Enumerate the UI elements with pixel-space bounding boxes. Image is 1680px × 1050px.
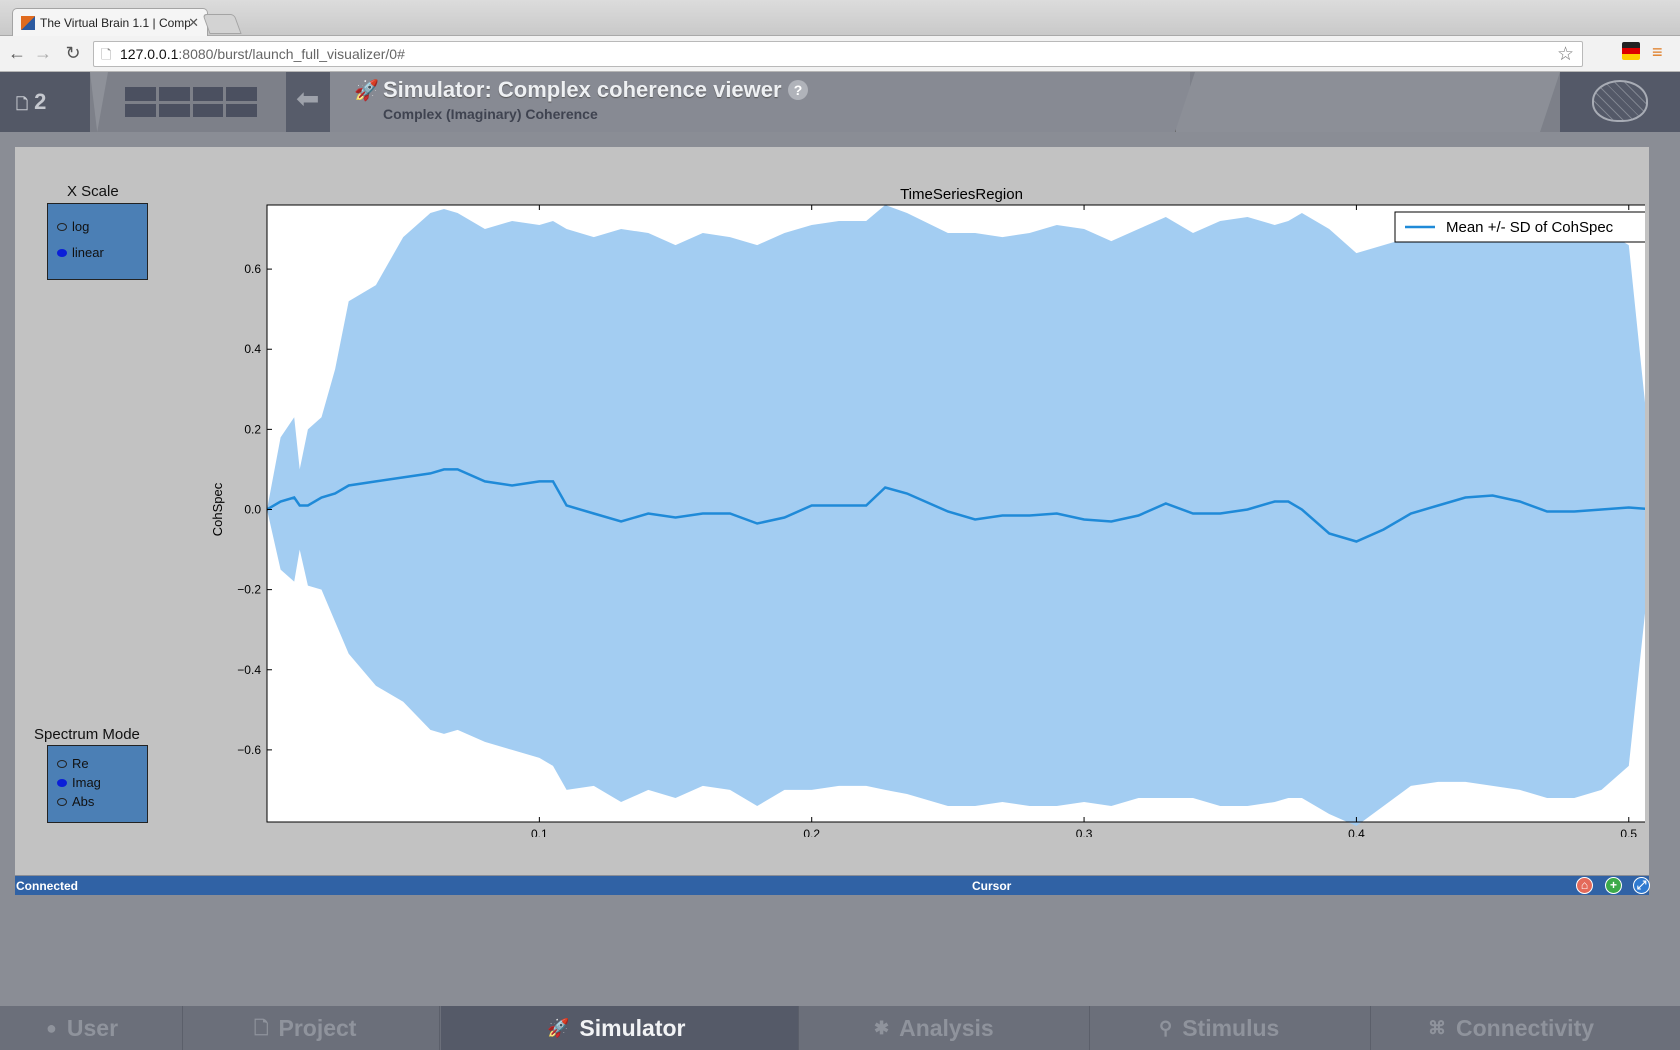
document-icon: 🗋	[16, 96, 29, 113]
connection-status: Connected	[16, 879, 79, 893]
radio-button[interactable]	[57, 798, 67, 806]
browser-toolbar: ← → ↻ 🗋 127.0.0.1:8080/burst/launch_full…	[0, 36, 1680, 72]
x-tick-label: 0.2	[803, 827, 820, 837]
nav-label: Analysis	[899, 1015, 994, 1041]
tab-close-icon[interactable]: ✕	[188, 15, 199, 31]
nav-label: Simulator	[579, 1015, 686, 1041]
y-tick-label: −0.6	[237, 743, 261, 757]
layout-grid-icon[interactable]	[125, 87, 257, 117]
y-axis-label: CohSpec	[210, 482, 225, 536]
visualizer-area: X Scale log linear Spectrum Mode Re Imag…	[15, 147, 1649, 875]
url-host: 127.0.0.1	[120, 46, 179, 62]
page-title: Simulator: Complex coherence viewer	[383, 77, 782, 102]
y-tick-label: −0.2	[237, 583, 261, 597]
option-label: linear	[72, 245, 104, 260]
radio-button[interactable]	[57, 760, 67, 768]
project-count: 2	[34, 89, 47, 114]
nav-label: User	[66, 1015, 119, 1041]
x-tick-label: 0.3	[1076, 827, 1093, 837]
radio-button-selected[interactable]	[57, 249, 67, 257]
radio-button[interactable]	[57, 223, 67, 231]
url-path: :8080/burst/launch_full_visualizer/0#	[178, 46, 405, 62]
browser-menu-icon[interactable]: ≡	[1652, 42, 1663, 63]
address-bar[interactable]: 🗋 127.0.0.1:8080/burst/launch_full_visua…	[93, 41, 1583, 67]
home-icon[interactable]: ⌂	[1576, 877, 1593, 894]
back-arrow-icon: ⬅	[296, 83, 320, 114]
reload-icon[interactable]: ↻	[62, 43, 84, 64]
nav-tab-simulator[interactable]: 🚀 Simulator	[441, 1006, 799, 1050]
option-label: Re	[72, 756, 89, 771]
fit-view-icon[interactable]: ⤢	[1633, 877, 1650, 894]
y-tick-label: 0.4	[244, 342, 261, 356]
spectrum-option-abs[interactable]: Abs	[57, 794, 94, 809]
nav-tab-connectivity[interactable]: ⌘ Connectivity	[1372, 1006, 1680, 1050]
y-tick-label: 0.6	[244, 262, 261, 276]
x-scale-option-log[interactable]: log	[57, 219, 89, 234]
nav-tab-project[interactable]: 🗋 Project	[184, 1006, 440, 1050]
page-subtitle: Complex (Imaginary) Coherence	[383, 106, 598, 122]
browser-tab-bar: The Virtual Brain 1.1 | Complex coherenc…	[0, 0, 1680, 37]
chart-title: TimeSeriesRegion	[900, 186, 1023, 203]
extension-icon[interactable]	[1622, 42, 1640, 60]
tvb-favicon-icon	[21, 16, 35, 30]
cursor-readout: Cursor	[972, 879, 1012, 893]
brain-logo[interactable]	[1560, 72, 1680, 132]
nav-tab-stimulus[interactable]: ⚲ Stimulus	[1091, 1006, 1371, 1050]
new-tab-button[interactable]	[202, 14, 242, 34]
spectrum-mode-title: Spectrum Mode	[34, 726, 140, 743]
legend-label: Mean +/- SD of CohSpec	[1446, 219, 1614, 236]
network-icon: ⌘	[1428, 1018, 1446, 1038]
spectrum-mode-radio-group: Re Imag Abs	[47, 745, 148, 823]
header-secondary-panel	[1175, 72, 1560, 132]
bookmark-star-icon[interactable]: ☆	[1557, 43, 1574, 66]
header-divider	[90, 72, 108, 132]
sd-band	[267, 205, 1645, 826]
page-icon: 🗋	[101, 47, 112, 62]
user-icon: ●	[46, 1018, 57, 1038]
brain-icon	[1592, 80, 1648, 122]
nav-label: Stimulus	[1182, 1015, 1280, 1041]
x-tick-label: 0.1	[531, 827, 548, 837]
spectrum-option-re[interactable]: Re	[57, 756, 89, 771]
forward-icon[interactable]: →	[32, 43, 54, 64]
rocket-icon: 🚀	[547, 1018, 570, 1038]
option-label: Imag	[72, 775, 101, 790]
option-label: Abs	[72, 794, 95, 809]
rocket-icon: 🚀	[354, 80, 379, 102]
coherence-chart[interactable]: TimeSeriesRegion 0.1 0.2 0.3 0.4 0.5 −0.6 −0.4 −…	[175, 177, 1645, 837]
y-tick-label: −0.4	[237, 663, 261, 677]
app-header: 🗋 2 ⬅ 🚀 Simulator: Complex coherence view…	[0, 72, 1680, 132]
x-scale-title: X Scale	[67, 183, 119, 200]
document-icon: 🗋	[254, 1018, 269, 1038]
x-tick-label: 0.5	[1620, 827, 1637, 837]
project-count-button[interactable]: 🗋 2	[0, 72, 90, 132]
back-icon[interactable]: ←	[6, 43, 28, 64]
nav-label: Project	[278, 1015, 357, 1041]
nav-label: Connectivity	[1456, 1015, 1595, 1041]
browser-tab[interactable]: The Virtual Brain 1.1 | Complex coherenc…	[12, 8, 208, 37]
radio-button-selected[interactable]	[57, 779, 67, 787]
nav-tab-user[interactable]: ● User	[0, 1006, 183, 1050]
title-panel: 🚀 Simulator: Complex coherence viewer ? …	[330, 72, 1190, 132]
zoom-in-icon[interactable]: +	[1605, 877, 1622, 894]
tab-title: The Virtual Brain 1.1 | Complex coherenc…	[40, 16, 190, 30]
x-tick-label: 0.4	[1348, 827, 1365, 837]
bottom-navigation: ● User 🗋 Project 🚀 Simulator ✱ Analysis ⚲ Sti…	[0, 1006, 1680, 1050]
x-scale-radio-group: log linear	[47, 203, 148, 280]
help-icon[interactable]: ?	[788, 80, 808, 100]
status-bar: Connected Cursor ⌂ + ⤢	[15, 876, 1650, 895]
y-tick-label: 0.0	[244, 502, 261, 516]
gear-icon: ✱	[874, 1018, 890, 1038]
spectrum-option-imag[interactable]: Imag	[57, 775, 101, 790]
x-scale-option-linear[interactable]: linear	[57, 245, 104, 260]
nav-tab-analysis[interactable]: ✱ Analysis	[800, 1006, 1090, 1050]
y-tick-label: 0.2	[244, 422, 261, 436]
option-label: log	[72, 219, 90, 234]
pin-icon: ⚲	[1159, 1018, 1173, 1038]
